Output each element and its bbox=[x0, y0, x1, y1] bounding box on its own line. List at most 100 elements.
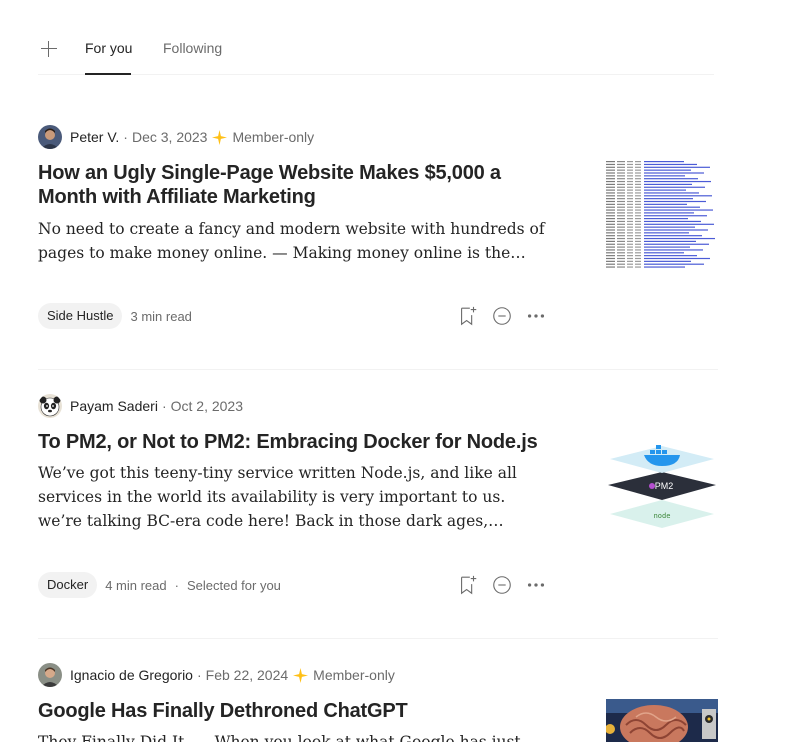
spreadsheet-row-bar bbox=[627, 175, 633, 177]
spreadsheet-row-bar bbox=[606, 169, 615, 171]
spreadsheet-row-bar bbox=[617, 192, 625, 194]
spreadsheet-row-bar bbox=[635, 172, 641, 174]
spreadsheet-row-bar bbox=[606, 252, 615, 254]
avatar[interactable] bbox=[38, 125, 62, 149]
spreadsheet-row-bar bbox=[617, 180, 625, 183]
spreadsheet-row-bar bbox=[644, 226, 695, 228]
spreadsheet-row-bar bbox=[617, 240, 625, 242]
member-star-icon bbox=[293, 667, 309, 683]
spreadsheet-row-bar bbox=[627, 226, 633, 228]
article-title[interactable]: To PM2, or Not to PM2: Embracing Docker … bbox=[38, 430, 548, 454]
spreadsheet-row-bar bbox=[617, 235, 625, 237]
avatar[interactable] bbox=[38, 394, 62, 418]
topic-tag[interactable]: Docker bbox=[38, 572, 98, 598]
spreadsheet-row-bar bbox=[617, 232, 625, 234]
spreadsheet-row-bar bbox=[627, 209, 633, 211]
spreadsheet-row-bar bbox=[635, 237, 641, 240]
spreadsheet-row-bar bbox=[635, 175, 641, 177]
footer-separator: · bbox=[174, 577, 179, 593]
spreadsheet-row-bar bbox=[617, 257, 625, 260]
article-title[interactable]: Google Has Finally Dethroned ChatGPT bbox=[38, 699, 548, 723]
article-card[interactable]: Payam Saderi · Oct 2, 2023 To PM2, or No… bbox=[38, 394, 718, 614]
spreadsheet-row-bar bbox=[617, 169, 625, 171]
spreadsheet-row-bar bbox=[644, 246, 690, 248]
spreadsheet-row-bar bbox=[644, 252, 684, 254]
spreadsheet-row-bar bbox=[644, 220, 701, 223]
article-card[interactable]: Peter V. · Dec 3, 2023 Member-only How a… bbox=[38, 125, 718, 345]
spreadsheet-row-bar bbox=[617, 183, 625, 185]
add-topic-icon[interactable] bbox=[40, 40, 58, 58]
spreadsheet-row-bar bbox=[617, 200, 625, 203]
spreadsheet-row-bar bbox=[606, 186, 615, 188]
spreadsheet-row-bar bbox=[627, 255, 633, 257]
article-footer: Side Hustle 3 min read bbox=[38, 303, 548, 329]
tab-for-you[interactable]: For you bbox=[85, 40, 132, 56]
article-excerpt[interactable]: We’ve got this teeny-tiny service writte… bbox=[38, 461, 548, 533]
excerpt-text: They Finally Did It. — When you look at … bbox=[38, 733, 521, 742]
spreadsheet-row-bar bbox=[635, 263, 641, 265]
spreadsheet-row-bar bbox=[606, 163, 615, 166]
tab-following[interactable]: Following bbox=[163, 40, 222, 56]
bookmark-icon[interactable] bbox=[456, 304, 480, 328]
spreadsheet-row-bar bbox=[617, 186, 625, 188]
spreadsheet-row-bar bbox=[635, 252, 641, 254]
member-only-label: Member-only bbox=[313, 667, 395, 683]
spreadsheet-row-bar bbox=[635, 229, 641, 231]
spreadsheet-row-bar bbox=[617, 255, 625, 257]
spreadsheet-row-bar bbox=[644, 166, 710, 168]
spreadsheet-row-bar bbox=[635, 206, 641, 208]
spreadsheet-row-bar bbox=[644, 200, 706, 203]
spreadsheet-row-bar bbox=[627, 169, 633, 171]
article-divider bbox=[38, 369, 718, 370]
spreadsheet-row-bar bbox=[627, 263, 633, 265]
topic-tag[interactable]: Side Hustle bbox=[38, 303, 123, 329]
spreadsheet-row-bar bbox=[617, 178, 625, 180]
spreadsheet-row-bar bbox=[627, 237, 633, 240]
spreadsheet-row-bar bbox=[627, 252, 633, 254]
spreadsheet-row-bar bbox=[627, 192, 633, 194]
spreadsheet-row-bar bbox=[635, 209, 641, 211]
spreadsheet-row-bar bbox=[617, 209, 625, 211]
spreadsheet-row-bar bbox=[606, 209, 615, 211]
spreadsheet-row-bar bbox=[606, 232, 615, 234]
more-options-icon[interactable] bbox=[524, 304, 548, 328]
docker-pm2-node-thumbnail[interactable]: node PM2 bbox=[606, 428, 718, 540]
spreadsheet-row-bar bbox=[606, 161, 615, 163]
spreadsheet-row-bar bbox=[644, 189, 686, 191]
spreadsheet-row-bar bbox=[644, 163, 697, 166]
spreadsheet-row-bar bbox=[635, 218, 641, 220]
bookmark-icon[interactable] bbox=[456, 573, 480, 597]
author-name[interactable]: Ignacio de Gregorio bbox=[70, 667, 193, 683]
author-name[interactable]: Peter V. bbox=[70, 129, 119, 145]
ai-brain-thumbnail[interactable] bbox=[606, 699, 718, 742]
author-name[interactable]: Payam Saderi bbox=[70, 398, 158, 414]
spreadsheet-row-bar bbox=[635, 226, 641, 228]
spreadsheet-row-bar bbox=[627, 178, 633, 180]
spreadsheet-row-bar bbox=[635, 189, 641, 191]
spreadsheet-row-bar bbox=[635, 180, 641, 183]
spreadsheet-row-bar bbox=[606, 257, 615, 260]
article-title[interactable]: How an Ugly Single-Page Website Makes $5… bbox=[38, 161, 548, 209]
show-less-icon[interactable] bbox=[490, 304, 514, 328]
spreadsheet-row-bar bbox=[617, 189, 625, 191]
more-options-icon[interactable] bbox=[524, 573, 548, 597]
show-less-icon[interactable] bbox=[490, 573, 514, 597]
spreadsheet-row-bar bbox=[617, 266, 625, 268]
spreadsheet-row-bar bbox=[627, 195, 633, 197]
article-card[interactable]: Ignacio de Gregorio · Feb 22, 2024 Membe… bbox=[38, 663, 718, 742]
spreadsheet-row-bar bbox=[606, 192, 615, 194]
avatar[interactable] bbox=[38, 663, 62, 687]
spreadsheet-row-bar bbox=[627, 200, 633, 203]
spreadsheet-row-bar bbox=[617, 246, 625, 248]
article-actions bbox=[456, 303, 548, 329]
spreadsheet-row-bar bbox=[606, 200, 615, 203]
spreadsheet-row-bar bbox=[644, 206, 700, 208]
spreadsheet-row-bar bbox=[627, 218, 633, 220]
spreadsheet-row-bar bbox=[644, 175, 685, 177]
spreadsheet-row-bar bbox=[627, 246, 633, 248]
article-excerpt[interactable]: They Finally Did It. — When you look at … bbox=[38, 730, 548, 742]
spreadsheet-thumbnail[interactable] bbox=[606, 159, 718, 271]
spreadsheet-row-bar bbox=[617, 237, 625, 240]
article-excerpt[interactable]: No need to create a fancy and modern web… bbox=[38, 217, 548, 265]
spreadsheet-row-bar bbox=[644, 215, 707, 217]
